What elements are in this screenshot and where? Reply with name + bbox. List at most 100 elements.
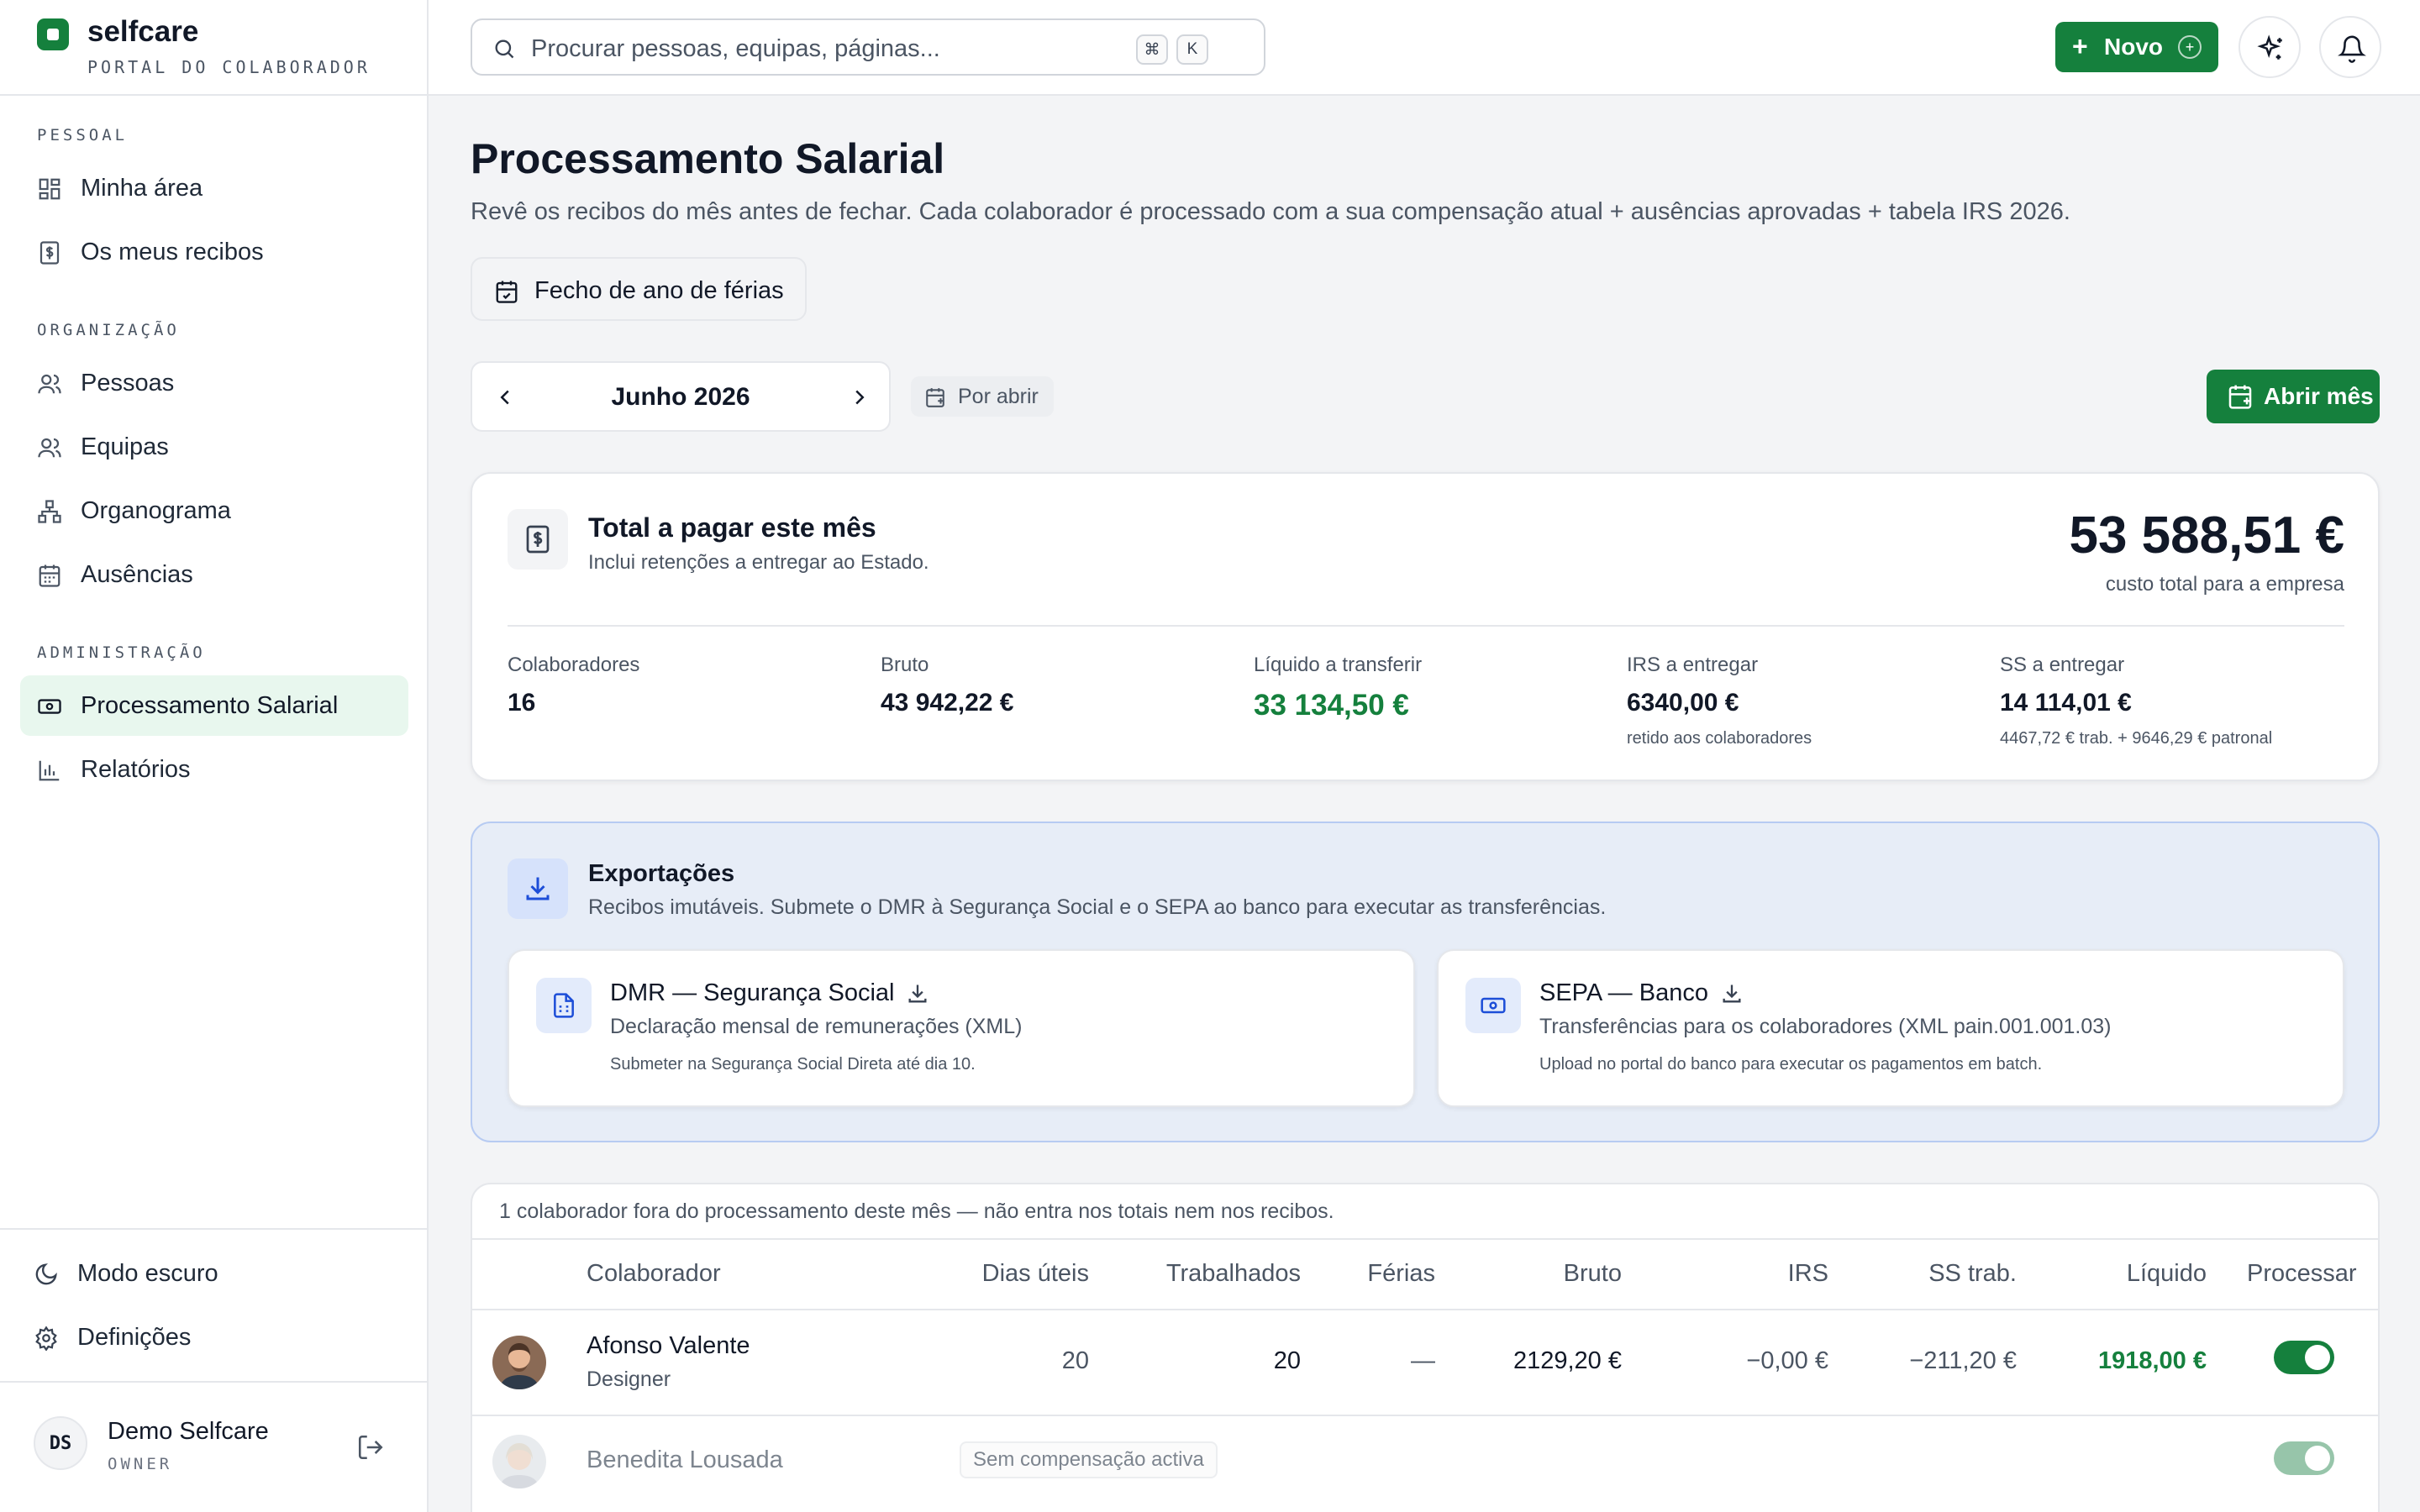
person-photo-icon — [492, 1336, 546, 1389]
summary-subtitle: Inclui retenções a entregar ao Estado. — [588, 551, 929, 574]
sidebar-item-label: Processamento Salarial — [81, 692, 339, 719]
calendar-check-icon — [496, 281, 518, 303]
sidebar-item-recibos[interactable]: Os meus recibos — [20, 222, 408, 282]
sidebar-item-label: Equipas — [81, 433, 169, 460]
divider — [0, 94, 427, 96]
process-toggle[interactable] — [2274, 1341, 2334, 1374]
column-header: IRS — [1787, 1260, 1828, 1287]
exports-panel: Exportações Recibos imutáveis. Submete o… — [471, 822, 2380, 1142]
cell-trabalhados: 20 — [1273, 1347, 1301, 1374]
notifications-button[interactable] — [2319, 16, 2381, 78]
bell-icon — [2338, 35, 2366, 63]
vacation-year-close-button[interactable]: Fecho de ano de férias — [471, 257, 807, 321]
settings-label: Definições — [77, 1324, 192, 1351]
dark-mode-toggle[interactable]: Modo escuro — [17, 1243, 405, 1304]
avatar — [492, 1435, 546, 1488]
column-header: Colaborador — [587, 1260, 721, 1287]
avatar — [492, 1336, 546, 1389]
file-spreadsheet-icon — [554, 993, 574, 1018]
stat-label: Líquido a transferir — [1254, 654, 1423, 676]
org-chart-icon — [38, 500, 61, 523]
receipt-icon — [39, 241, 60, 265]
receipt-icon-box — [508, 509, 568, 570]
sidebar-item-equipas[interactable]: Equipas — [20, 417, 408, 477]
export-sepa-note: Upload no portal do banco para executar … — [1539, 1055, 2043, 1074]
new-button[interactable]: + Novo + — [2055, 22, 2218, 72]
sidebar-item-ausencias[interactable]: Ausências — [20, 544, 408, 605]
divider — [472, 1415, 2378, 1416]
calendar-plus-icon — [926, 388, 944, 407]
export-sepa-description: Transferências para os colaboradores (XM… — [1539, 1015, 2112, 1038]
settings-link[interactable]: Definições — [17, 1307, 405, 1368]
sidebar-item-minha-area[interactable]: Minha área — [20, 158, 408, 218]
employee-name: Afonso Valente — [587, 1332, 750, 1359]
cell-ferias: — — [1411, 1347, 1435, 1374]
user-profile: DS Demo Selfcare OWNER — [0, 1383, 427, 1512]
user-role: OWNER — [108, 1455, 173, 1473]
current-month: Junho 2026 — [611, 383, 750, 411]
search-icon — [495, 39, 514, 59]
section-label-administracao: ADMINISTRAÇÃO — [37, 643, 206, 662]
divider — [508, 625, 2344, 627]
sidebar-item-relatorios[interactable]: Relatórios — [20, 739, 408, 800]
plus-icon: + — [2072, 31, 2088, 61]
stat-note: 4467,72 € trab. + 9646,29 € patronal — [2000, 729, 2273, 748]
export-dmr-card[interactable]: DMR — Segurança Social Declaração mensal… — [508, 949, 1415, 1107]
section-label-organizacao: ORGANIZAÇÃO — [37, 321, 180, 339]
excluded-note: 1 colaborador fora do processamento dest… — [499, 1200, 1334, 1223]
open-month-label: Abrir mês — [2264, 383, 2374, 409]
file-icon-box — [536, 978, 592, 1033]
month-picker: Junho 2026 — [471, 361, 891, 432]
sidebar-item-processamento-salarial[interactable]: Processamento Salarial — [20, 675, 408, 736]
section-label-pessoal: PESSOAL — [37, 126, 129, 144]
export-dmr-title: DMR — Segurança Social — [610, 979, 895, 1006]
users-icon — [38, 374, 61, 394]
stat-label: Colaboradores — [508, 654, 640, 676]
search-input[interactable]: Procurar pessoas, equipas, páginas... ⌘ … — [471, 18, 1265, 76]
download-icon[interactable] — [906, 982, 929, 1005]
stat-colaboradores: Colaboradores 16 — [508, 654, 639, 717]
payroll-table: 1 colaborador fora do processamento dest… — [471, 1183, 2380, 1512]
divider — [472, 1309, 2378, 1310]
brand-subtitle: PORTAL DO COLABORADOR — [87, 57, 371, 77]
moon-icon — [35, 1263, 57, 1285]
calendar-icon — [39, 564, 60, 587]
export-sepa-card[interactable]: SEPA — Banco Transferências para os cola… — [1437, 949, 2344, 1107]
calendar-plus-icon — [2228, 385, 2252, 409]
kbd-k: K — [1176, 34, 1208, 65]
kbd-cmd: ⌘ — [1136, 34, 1168, 65]
open-month-button[interactable]: Abrir mês — [2207, 370, 2380, 423]
sparkles-icon — [2257, 34, 2282, 60]
column-header: Férias — [1367, 1260, 1435, 1287]
banknote-icon — [1481, 997, 1506, 1014]
stat-irs: IRS a entregar 6340,00 € retido aos cola… — [1627, 654, 1812, 748]
logout-icon[interactable] — [356, 1433, 385, 1462]
download-icon[interactable] — [1720, 982, 1744, 1005]
process-toggle[interactable] — [2274, 1441, 2334, 1475]
month-status-badge: Por abrir — [911, 376, 1054, 417]
banknote-icon-box — [1465, 978, 1521, 1033]
chevron-right-icon[interactable] — [847, 385, 872, 410]
search-placeholder: Procurar pessoas, equipas, páginas... — [531, 35, 940, 62]
page-title: Processamento Salarial — [471, 135, 945, 182]
exports-subtitle: Recibos imutáveis. Submete o DMR à Segur… — [588, 895, 1607, 919]
stat-liquido: Líquido a transferir 33 134,50 € — [1254, 654, 1422, 722]
column-header: Líquido — [2126, 1260, 2207, 1287]
column-header: Processar — [2247, 1260, 2357, 1287]
stat-value: 6340,00 € — [1627, 689, 1739, 717]
banknote-icon — [38, 699, 61, 714]
ai-assistant-button[interactable] — [2238, 16, 2301, 78]
payroll-summary-card: Total a pagar este mês Inclui retenções … — [471, 472, 2380, 781]
bar-chart-icon — [39, 760, 60, 781]
employee-role: Designer — [587, 1368, 671, 1391]
new-button-label: Novo — [2104, 34, 2163, 60]
stat-value: 16 — [508, 689, 536, 717]
summary-title: Total a pagar este mês — [588, 512, 876, 543]
cell-ss: −211,20 € — [1909, 1347, 2017, 1374]
month-status-label: Por abrir — [958, 385, 1039, 408]
sidebar-item-organograma[interactable]: Organograma — [20, 480, 408, 541]
stat-label: IRS a entregar — [1627, 654, 1759, 676]
sidebar-item-pessoas[interactable]: Pessoas — [20, 353, 408, 413]
divider — [472, 1238, 2378, 1240]
sidebar-item-label: Minha área — [81, 175, 203, 202]
